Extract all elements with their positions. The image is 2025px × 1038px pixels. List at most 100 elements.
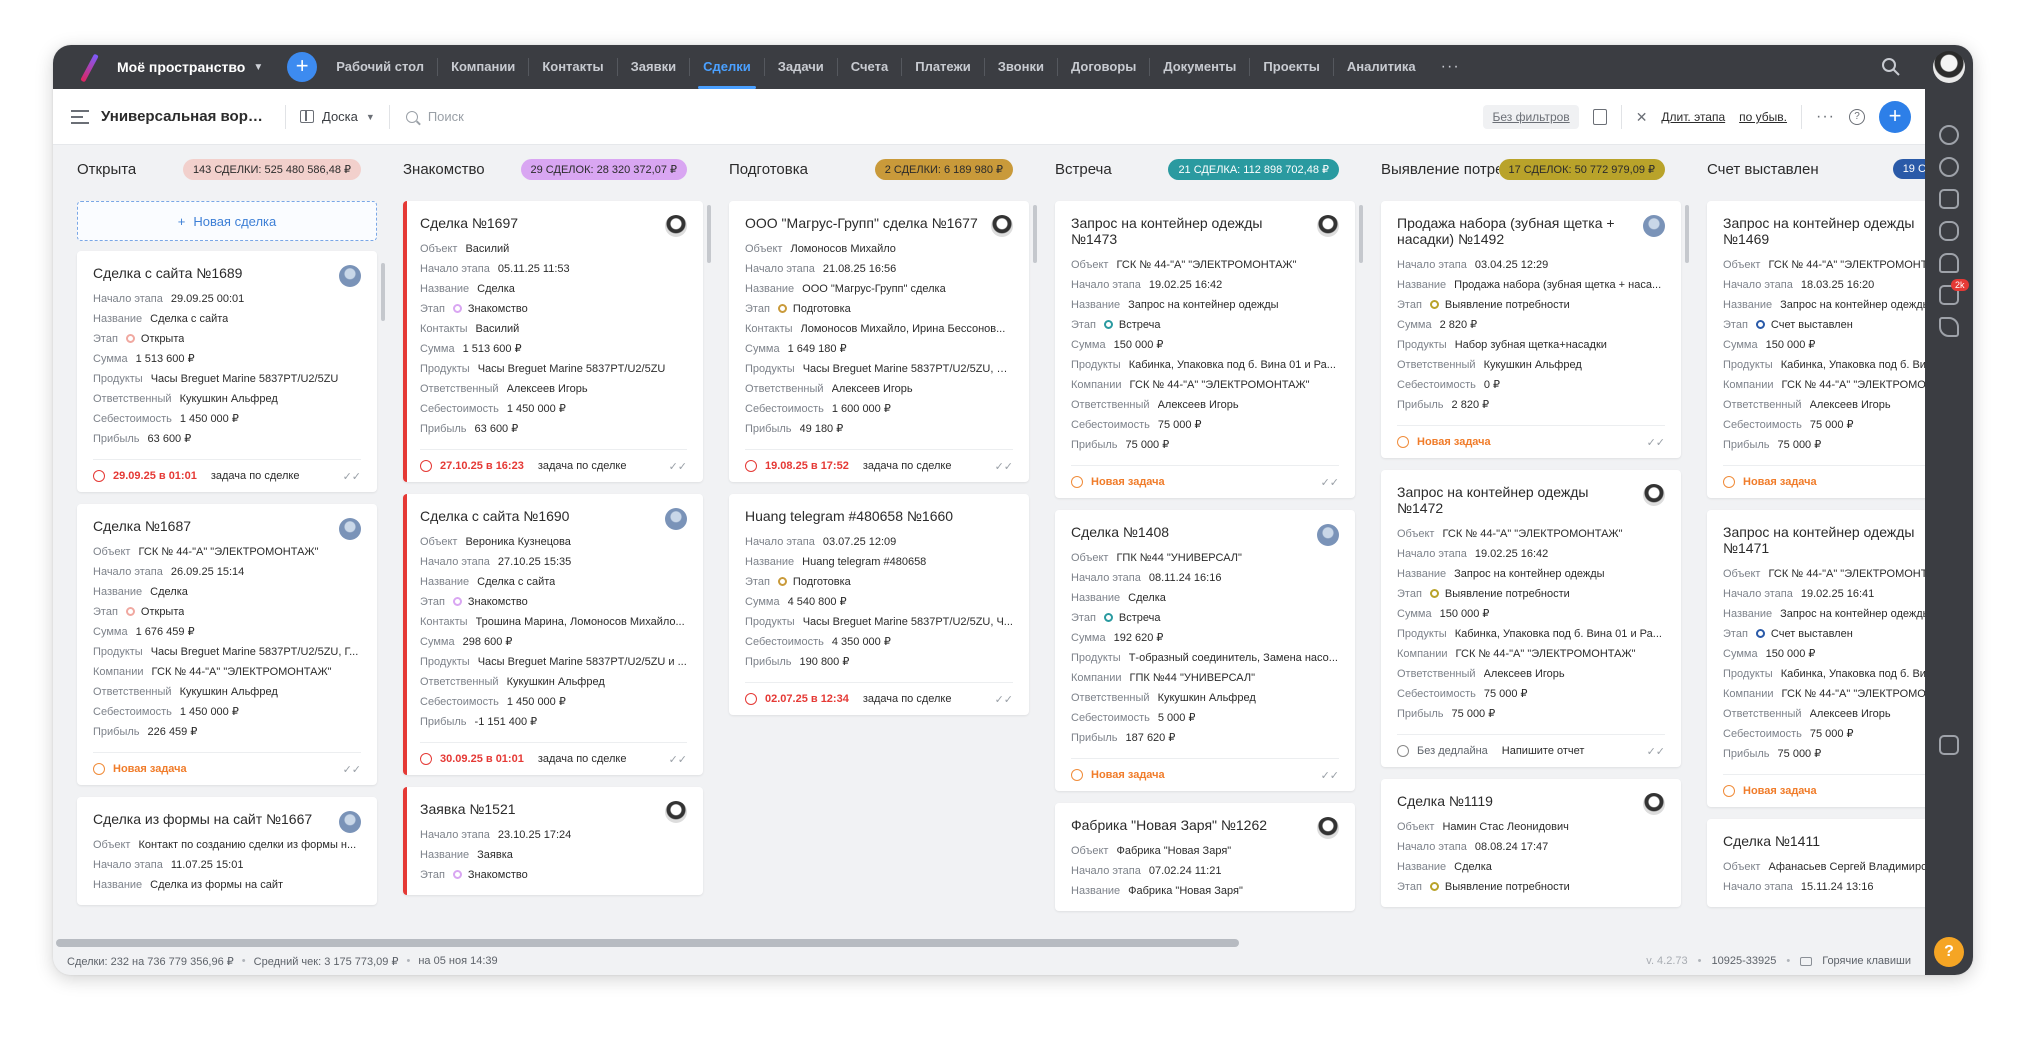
app-logo[interactable] [77, 55, 101, 79]
workspace-selector[interactable]: Моё пространство ▼ [117, 59, 263, 75]
nav-item[interactable]: Счета [838, 58, 903, 76]
search-input[interactable]: Поиск [405, 109, 464, 124]
deal-title[interactable]: Запрос на контейнер одежды №1471 [1723, 524, 1925, 556]
more-icon[interactable]: ··· [1816, 108, 1835, 126]
done-check-icon[interactable]: ✓✓ [669, 460, 687, 473]
deal-card[interactable]: Сделка №1119 Объект Намин Стас Леонидович Н… [1381, 779, 1681, 907]
deal-title[interactable]: Запрос на контейнер одежды №1472 [1397, 484, 1637, 516]
new-task-link[interactable]: Новая задача [1091, 769, 1165, 781]
new-task-link[interactable]: Новая задача [1417, 436, 1491, 448]
deal-card[interactable]: Запрос на контейнер одежды №1471 Объект ГС… [1707, 510, 1925, 807]
deal-card[interactable]: Сделка №1697 Объект Василий Начало этапа 05.… [403, 201, 703, 482]
deal-card[interactable]: Фабрика "Новая Заря" №1262 Объект Фабрика … [1055, 803, 1355, 911]
task-due-date[interactable]: 27.10.25 в 16:23 [440, 460, 524, 472]
horizontal-scrollbar[interactable] [53, 939, 1925, 947]
task-name[interactable]: задача по сделке [863, 460, 952, 472]
done-check-icon[interactable]: ✓✓ [1321, 769, 1339, 782]
deal-card[interactable]: ООО "Магрус-Групп" сделка №1677 Объект Лом… [729, 201, 1029, 482]
new-task-link[interactable]: Новая задача [1091, 476, 1165, 488]
deal-card[interactable]: Продажа набора (зубная щетка + насадки) … [1381, 201, 1681, 458]
nav-item[interactable]: Аналитика [1334, 58, 1429, 76]
deal-title[interactable]: Сделка с сайта №1690 [420, 508, 660, 524]
new-task-link[interactable]: Новая задача [1743, 785, 1817, 797]
done-check-icon[interactable]: ✓✓ [1647, 436, 1665, 449]
done-check-icon[interactable]: ✓✓ [1647, 745, 1665, 758]
responsible-avatar[interactable] [339, 265, 361, 287]
deal-card[interactable]: Huang telegram #480658 №1660 Начало этапа… [729, 494, 1029, 715]
deal-card[interactable]: Сделка с сайта №1690 Объект Вероника Кузне… [403, 494, 703, 775]
deal-card[interactable]: Сделка №1687 Объект ГСК № 44-"А" "ЭЛЕКТРОМ… [77, 504, 377, 785]
deal-title[interactable]: Запрос на контейнер одежды №1473 [1071, 215, 1311, 247]
search-icon[interactable] [1881, 57, 1901, 77]
responsible-avatar[interactable] [339, 518, 361, 540]
responsible-avatar[interactable] [1317, 215, 1339, 237]
more-nav-icon[interactable]: ··· [1441, 58, 1460, 76]
task-due-date[interactable]: 02.07.25 в 12:34 [765, 693, 849, 705]
create-button[interactable]: + [287, 52, 318, 82]
chat-icon[interactable] [1939, 221, 1959, 241]
notes-icon[interactable] [1939, 189, 1959, 209]
responsible-avatar[interactable] [665, 508, 687, 530]
deal-title[interactable]: Сделка №1119 [1397, 793, 1637, 809]
deal-title[interactable]: Сделка №1687 [93, 518, 333, 534]
deal-card[interactable]: Запрос на контейнер одежды №1469 Объект ГС… [1707, 201, 1925, 498]
deal-card[interactable]: Заявка №1521 Начало этапа 23.10.25 17:24 На… [403, 787, 703, 895]
nav-item[interactable]: Платежи [902, 58, 985, 76]
add-deal-button[interactable]: + [1879, 101, 1911, 133]
done-check-icon[interactable]: ✓✓ [343, 763, 361, 776]
task-name[interactable]: задача по сделке [538, 460, 627, 472]
nav-item[interactable]: Компании [438, 58, 530, 76]
deal-card[interactable]: Сделка №1411 Объект Афанасьев Сергей Влади… [1707, 819, 1925, 907]
question-icon[interactable]: ? [1849, 109, 1865, 125]
deal-card[interactable]: Запрос на контейнер одежды №1473 Объект ГС… [1055, 201, 1355, 498]
bell-icon[interactable] [1939, 253, 1959, 273]
done-check-icon[interactable]: ✓✓ [669, 753, 687, 766]
filters-button[interactable]: Без фильтров [1483, 105, 1579, 129]
deal-title[interactable]: Сделка №1697 [420, 215, 660, 231]
responsible-avatar[interactable] [665, 801, 687, 823]
deal-title[interactable]: Сделка №1408 [1071, 524, 1311, 540]
responsible-avatar[interactable] [1643, 793, 1665, 815]
deal-title[interactable]: Сделка с сайта №1689 [93, 265, 333, 281]
task-due-date[interactable]: 19.08.25 в 17:52 [765, 460, 849, 472]
menu-icon[interactable] [71, 109, 89, 124]
nav-item[interactable]: Заявки [618, 58, 691, 76]
deal-card[interactable]: Запрос на контейнер одежды №1472 Объект ГС… [1381, 470, 1681, 767]
responsible-avatar[interactable] [1317, 524, 1339, 546]
deal-card[interactable]: Сделка с сайта №1689 Начало этапа 29.09.25… [77, 251, 377, 492]
task-due-date[interactable]: 30.09.25 в 01:01 [440, 753, 524, 765]
nav-item[interactable]: Договоры [1058, 58, 1151, 76]
responsible-avatar[interactable] [1317, 817, 1339, 839]
funnel-selector[interactable]: Универсальная ворон... [101, 108, 271, 125]
task-name[interactable]: задача по сделке [863, 693, 952, 705]
team-icon[interactable] [1939, 157, 1959, 177]
deal-title[interactable]: Huang telegram #480658 №1660 [745, 508, 985, 524]
deal-card[interactable]: Сделка №1408 Объект ГПК №44 "УНИВЕРСАЛ" Нач… [1055, 510, 1355, 791]
responsible-avatar[interactable] [1643, 484, 1665, 506]
user-avatar[interactable] [1933, 51, 1965, 83]
hotkeys-link[interactable]: Горячие клавиши [1822, 955, 1911, 967]
task-due-date[interactable]: 29.09.25 в 01:01 [113, 470, 197, 482]
nav-item[interactable]: Документы [1150, 58, 1251, 76]
nav-item[interactable]: Рабочий стол [323, 58, 439, 76]
deal-title[interactable]: Запрос на контейнер одежды №1469 [1723, 215, 1925, 247]
task-name[interactable]: Напишите отчет [1502, 745, 1585, 757]
new-task-link[interactable]: Новая задача [113, 763, 187, 775]
phone-icon[interactable] [1939, 317, 1959, 337]
deal-title[interactable]: Сделка №1411 [1723, 833, 1925, 849]
nav-item[interactable]: Звонки [985, 58, 1058, 76]
responsible-avatar[interactable] [665, 215, 687, 237]
deal-title[interactable]: Сделка из формы на сайт №1667 [93, 811, 333, 827]
scrollbar-thumb[interactable] [56, 939, 1239, 947]
sort-direction-link[interactable]: по убыв. [1739, 110, 1787, 124]
nav-item[interactable]: Контакты [529, 58, 618, 76]
clear-sort-icon[interactable]: ✕ [1636, 109, 1648, 126]
deal-title[interactable]: Продажа набора (зубная щетка + насадки) … [1397, 215, 1637, 247]
deal-card[interactable]: Сделка из формы на сайт №1667 Объект Конта… [77, 797, 377, 905]
task-name[interactable]: задача по сделке [538, 753, 627, 765]
view-selector[interactable]: Доска ▼ [300, 109, 375, 124]
responsible-avatar[interactable] [991, 215, 1013, 237]
responsible-avatar[interactable] [1643, 215, 1665, 237]
new-deal-button[interactable]: + Новая сделка [77, 201, 377, 241]
apps-icon[interactable] [1939, 735, 1959, 755]
